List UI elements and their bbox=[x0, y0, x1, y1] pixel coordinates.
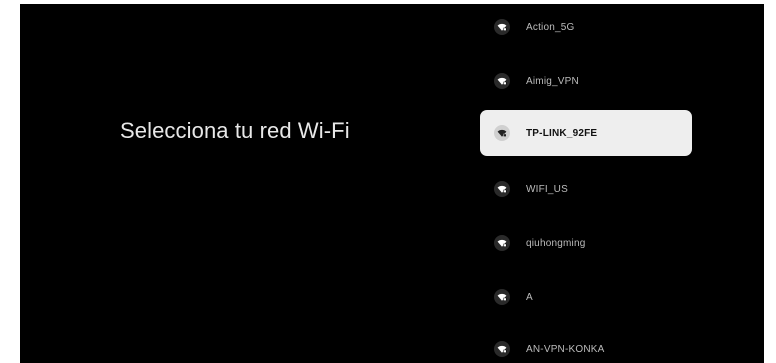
wifi-network-ssid: AN-VPN-KONKA bbox=[526, 343, 605, 355]
wifi-network-item[interactable]: AN-VPN-KONKA bbox=[480, 326, 692, 363]
wifi-lock-icon bbox=[494, 181, 510, 197]
wifi-network-ssid: WIFI_US bbox=[526, 183, 568, 195]
wifi-network-item-selected[interactable]: TP-LINK_92FE bbox=[480, 110, 692, 156]
wifi-network-item[interactable]: Aimig_VPN bbox=[480, 58, 692, 104]
wifi-lock-icon bbox=[494, 289, 510, 305]
wifi-network-ssid: Aimig_VPN bbox=[526, 75, 579, 87]
wifi-network-item[interactable]: Action_5G bbox=[480, 4, 692, 50]
wifi-lock-icon bbox=[494, 341, 510, 357]
wifi-setup-screen: Selecciona tu red Wi-Fi Action_5G Aimig_… bbox=[20, 4, 764, 363]
wifi-network-item[interactable]: A bbox=[480, 274, 692, 320]
wifi-lock-icon bbox=[494, 73, 510, 89]
wifi-lock-icon bbox=[494, 19, 510, 35]
page-title: Selecciona tu red Wi-Fi bbox=[120, 118, 350, 143]
wifi-network-ssid: qiuhongming bbox=[526, 237, 586, 249]
wifi-network-ssid: Action_5G bbox=[526, 21, 575, 33]
wifi-network-item[interactable]: qiuhongming bbox=[480, 220, 692, 266]
wifi-lock-icon bbox=[494, 125, 510, 141]
wifi-network-item[interactable]: WIFI_US bbox=[480, 166, 692, 212]
wifi-network-ssid: TP-LINK_92FE bbox=[526, 127, 598, 139]
wifi-lock-icon bbox=[494, 235, 510, 251]
wifi-network-ssid: A bbox=[526, 291, 533, 303]
wifi-network-list: Action_5G Aimig_VPN TP-LINK_92FE WIFI_US bbox=[480, 4, 692, 363]
